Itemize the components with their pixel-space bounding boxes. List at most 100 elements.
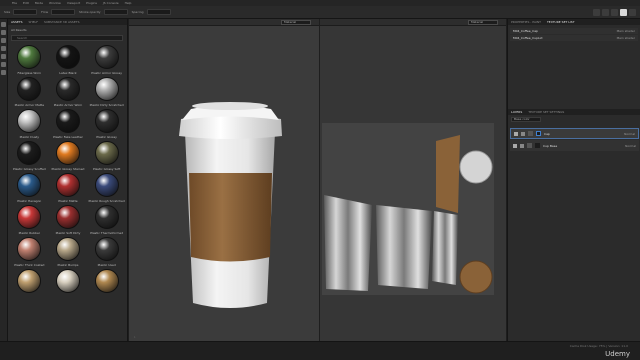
assets-panel: ASSETS SHELF SUBSTANCE 3D ASSETS All Res…: [8, 19, 128, 341]
menu-mode[interactable]: Mode: [35, 1, 43, 5]
viewport-3d[interactable]: Material ⌞: [129, 19, 319, 341]
uv-shell-1: [324, 195, 372, 291]
eye-icon[interactable]: [513, 143, 517, 148]
udemy-watermark: Udemy: [605, 350, 630, 358]
smudge-icon[interactable]: [1, 54, 6, 59]
asset-item[interactable]: Plastic Glossy Soft: [87, 141, 126, 171]
tab-properties-paint[interactable]: PROPERTIES - PAINT: [511, 20, 541, 24]
spacing-field[interactable]: [146, 9, 171, 15]
asset-item[interactable]: [10, 269, 49, 295]
asset-search-input[interactable]: Search: [11, 35, 123, 41]
layer-thumb: [535, 143, 540, 148]
cup-sleeve: [189, 173, 272, 262]
material-preview-sphere: [94, 141, 119, 165]
layer-blend[interactable]: Normal: [625, 144, 636, 148]
layer-row[interactable]: Cup Base Normal: [510, 140, 639, 151]
menu-js-console[interactable]: JS Console: [103, 1, 119, 5]
material-preview-sphere: [55, 269, 80, 293]
stroke-opacity-field[interactable]: [103, 9, 128, 15]
asset-item[interactable]: Plastic Matte: [49, 173, 88, 203]
viewport-2d[interactable]: Material: [320, 19, 506, 341]
asset-label: Fiberglass Worn: [17, 71, 42, 75]
asset-item[interactable]: Plastic Armor Matte: [10, 77, 49, 107]
asset-item[interactable]: Plastic Rubber: [10, 205, 49, 235]
view-mode-icon[interactable]: [611, 8, 618, 16]
asset-label: Plastic Glossy Stained: [51, 167, 85, 171]
tab-texture-set-list[interactable]: TEXTURE SET LIST: [547, 20, 575, 24]
asset-item[interactable]: Plastic Soft Dirty: [49, 205, 88, 235]
asset-item[interactable]: Plastic Armor Worn: [49, 77, 88, 107]
asset-item[interactable]: Plastic Glossy Scuffed: [10, 141, 49, 171]
asset-item[interactable]: [49, 269, 88, 295]
asset-label: Plastic Thick Coated: [14, 263, 45, 267]
asset-item[interactable]: Plastic Bumps: [49, 237, 88, 267]
projection-icon[interactable]: [1, 38, 6, 43]
size-field[interactable]: [13, 9, 38, 15]
cup-lid-rim: [179, 115, 282, 139]
layer-channel-select[interactable]: Base color: [511, 117, 541, 122]
asset-label: Plastic Glossy Soft: [92, 167, 121, 171]
texture-set-row[interactable]: M04_Coffee_Cap Main shader: [510, 28, 638, 34]
render-icon[interactable]: [629, 8, 636, 16]
asset-item[interactable]: Plastic Fake Leather: [49, 109, 88, 139]
tab-layers[interactable]: LAYERS: [511, 110, 522, 114]
asset-item[interactable]: Plastic Used: [87, 237, 126, 267]
menu-edit[interactable]: Edit: [23, 1, 29, 5]
material-preview-sphere: [55, 205, 80, 229]
asset-item[interactable]: Plastic Glossy Stained: [49, 141, 88, 171]
menu-window[interactable]: Window: [49, 1, 61, 5]
color-picker-icon[interactable]: [1, 70, 6, 75]
clone-icon[interactable]: [1, 62, 6, 67]
tab-shelf[interactable]: SHELF: [29, 20, 38, 24]
layer-row[interactable]: Cap Normal: [510, 128, 639, 139]
uv-base-circle: [459, 260, 493, 294]
spacing-label: Spacing: [131, 10, 144, 14]
mask-thumb: [527, 143, 532, 148]
eye-icon[interactable]: [514, 131, 518, 136]
menu-plugins[interactable]: Plugins: [86, 1, 97, 5]
asset-label: Plastic Soft Dirty: [55, 231, 81, 235]
material-preview-sphere: [55, 173, 80, 197]
layer-blend[interactable]: Normal: [624, 132, 635, 136]
grid-icon[interactable]: [602, 8, 609, 16]
asset-item[interactable]: Fiberglass Worn: [10, 45, 49, 75]
tab-assets[interactable]: ASSETS: [11, 20, 23, 24]
uv-texture-layout: [322, 123, 494, 295]
asset-item[interactable]: Plastic Armor Glossy: [87, 45, 126, 75]
asset-item[interactable]: Plastic Dirty Scratched: [87, 77, 126, 107]
camera-icon[interactable]: [593, 8, 600, 16]
asset-item[interactable]: Plastic Dusty: [10, 109, 49, 139]
paint-brush-icon[interactable]: [1, 22, 6, 27]
texture-set-name: M04_Coffee_CupLid: [513, 36, 543, 40]
axis-gizmo: ⌞: [134, 334, 136, 338]
asset-item[interactable]: Plastic Thermoformed: [87, 205, 126, 235]
menu-viewport[interactable]: Viewport: [67, 1, 80, 5]
texture-set-shader: Main shader: [616, 36, 635, 40]
menu-file[interactable]: File: [12, 1, 17, 5]
material-preview-sphere: [94, 45, 119, 69]
material-preview-sphere: [94, 109, 119, 133]
material-preview-sphere: [17, 141, 42, 165]
asset-item[interactable]: [87, 269, 126, 295]
asset-item[interactable]: Plastic Rough Scratched: [87, 173, 126, 203]
material-preview-sphere: [55, 109, 80, 133]
status-bar: Cache Disk Usage: 75% | Version: 11.0 Ud…: [0, 341, 640, 360]
asset-item[interactable]: Plastic Hexagon: [10, 173, 49, 203]
asset-label: Plastic Dirty Scratched: [89, 103, 124, 107]
material-preview-sphere: [94, 77, 119, 101]
tab-substance-3d-assets[interactable]: SUBSTANCE 3D ASSETS: [44, 20, 80, 24]
asset-item[interactable]: Plastic Glossy: [87, 109, 126, 139]
texture-set-name: M04_Coffee_Cap: [513, 29, 538, 33]
texture-set-row[interactable]: M04_Coffee_CupLid Main shader: [510, 35, 638, 41]
eraser-icon[interactable]: [1, 30, 6, 35]
asset-item[interactable]: Latex Black: [49, 45, 88, 75]
flow-field[interactable]: [51, 9, 76, 15]
tab-texture-set-settings[interactable]: TEXTURE SET SETTINGS: [528, 110, 564, 114]
material-preview-sphere: [55, 45, 80, 69]
tools-column: [0, 19, 8, 341]
polygon-fill-icon[interactable]: [1, 46, 6, 51]
menu-help[interactable]: Help: [125, 1, 132, 5]
asset-item[interactable]: Plastic Thick Coated: [10, 237, 49, 267]
paint-mode-icon[interactable]: [620, 8, 627, 16]
material-preview-sphere: [94, 269, 119, 293]
